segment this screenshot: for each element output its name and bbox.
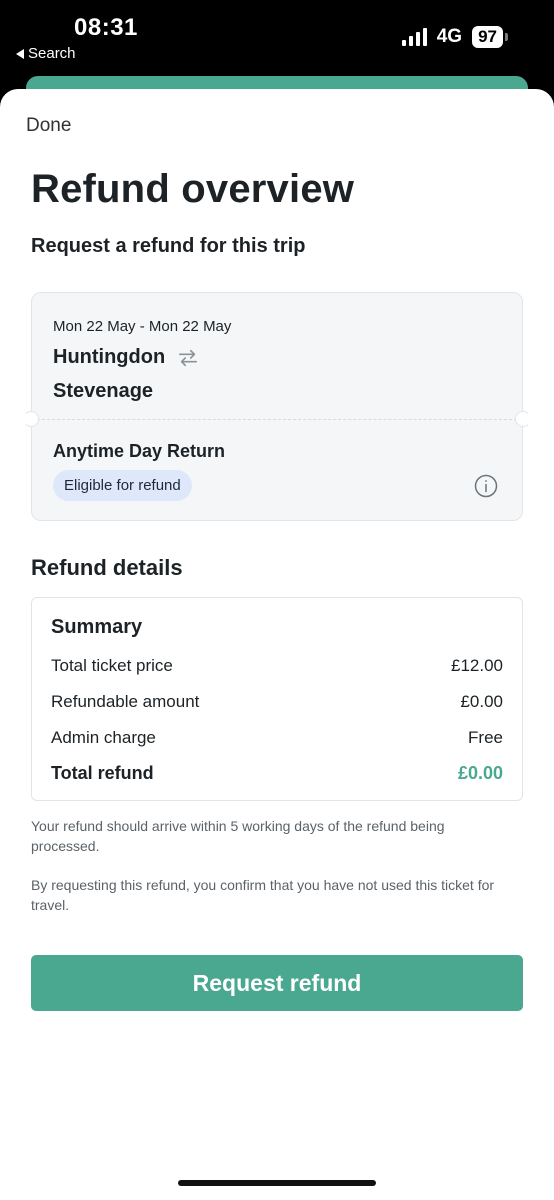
summary-row-admin-charge: Admin charge Free xyxy=(51,728,503,748)
refund-summary-card: Summary Total ticket price £12.00 Refund… xyxy=(31,597,523,801)
summary-row-total-ticket-price: Total ticket price £12.00 xyxy=(51,656,503,676)
destination-station: Stevenage xyxy=(53,380,154,402)
summary-row-value: £12.00 xyxy=(451,656,503,675)
back-arrow-icon xyxy=(16,48,24,59)
done-button[interactable]: Done xyxy=(26,115,71,137)
refund-confirmation-note: By requesting this refund, you confirm t… xyxy=(31,877,495,913)
summary-row-refundable-amount: Refundable amount £0.00 xyxy=(51,692,503,712)
page-title: Refund overview xyxy=(31,167,355,211)
page-subtitle: Request a refund for this trip xyxy=(31,235,306,257)
ticket-divider xyxy=(32,419,522,420)
summary-row-value: Free xyxy=(468,728,503,747)
summary-row-value: £0.00 xyxy=(460,692,503,711)
request-refund-button[interactable]: Request refund xyxy=(31,955,523,1011)
info-icon[interactable] xyxy=(474,474,498,498)
swap-arrows-icon xyxy=(179,349,198,366)
status-bar: 08:31 Search 4G 97 xyxy=(0,0,554,80)
cellular-signal-icon xyxy=(401,28,427,46)
network-type: 4G xyxy=(436,26,463,47)
refund-sheet: Done Refund overview Request a refund fo… xyxy=(0,89,554,1200)
trip-date-range: Mon 22 May - Mon 22 May xyxy=(53,318,232,335)
refund-details-heading: Refund details xyxy=(31,555,183,580)
total-refund-label: Total refund xyxy=(51,763,154,783)
trip-origin: Huntingdon xyxy=(53,346,199,369)
battery-icon: 97 xyxy=(472,26,508,48)
summary-row-label: Total ticket price xyxy=(51,656,173,675)
refund-timing-note: Your refund should arrive within 5 worki… xyxy=(31,818,445,854)
back-label: Search xyxy=(28,45,76,62)
status-time: 08:31 xyxy=(74,14,138,41)
home-indicator xyxy=(178,1180,376,1186)
back-to-search[interactable]: Search xyxy=(16,45,76,62)
summary-row-label: Refundable amount xyxy=(51,692,200,711)
origin-station: Huntingdon xyxy=(53,346,166,368)
total-refund-value: £0.00 xyxy=(457,763,503,783)
summary-row-label: Admin charge xyxy=(51,728,156,747)
status-indicators: 4G 97 xyxy=(401,26,508,48)
eligibility-badge: Eligible for refund xyxy=(53,470,192,501)
summary-row-total-refund: Total refund £0.00 xyxy=(51,763,503,784)
ticket-type: Anytime Day Return xyxy=(53,441,226,461)
trip-card: Mon 22 May - Mon 22 May Huntingdon Steve… xyxy=(23,292,531,521)
summary-title: Summary xyxy=(51,616,143,638)
battery-level: 97 xyxy=(472,26,503,48)
